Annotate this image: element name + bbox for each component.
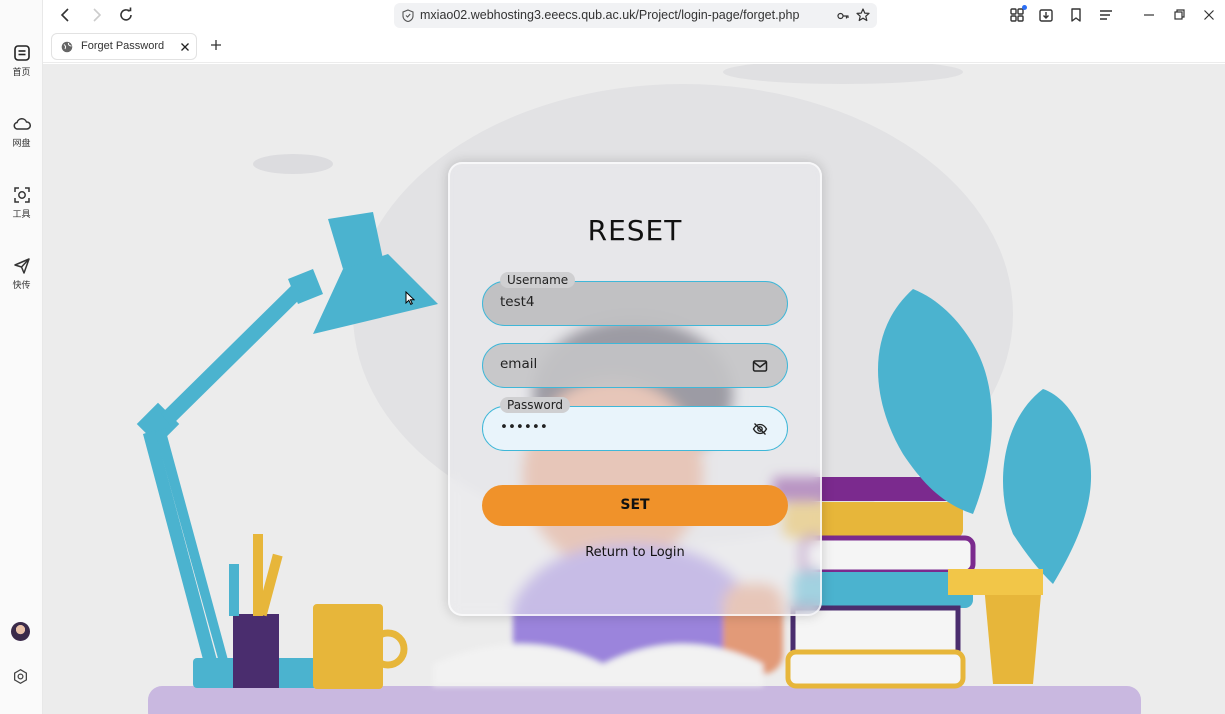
browser-toolbar: mxiao02.webhosting3.eeecs.qub.ac.uk/Proj… [43,0,1225,30]
tab-strip: Forget Password [43,30,1225,63]
bookmark-icon[interactable] [1067,6,1085,24]
password-label: Password [500,397,571,413]
password-value[interactable]: •••••• [500,419,548,435]
back-icon[interactable] [57,6,75,24]
return-to-login-link[interactable]: Return to Login [450,545,820,560]
eye-off-icon[interactable] [752,421,768,437]
send-icon [13,258,30,274]
rail-item-label: 首页 [12,68,31,78]
shield-icon[interactable] [402,9,414,22]
tab-title: Forget Password [81,40,165,52]
url-text[interactable]: mxiao02.webhosting3.eeecs.qub.ac.uk/Proj… [420,8,799,22]
key-icon[interactable] [837,11,849,21]
mouse-cursor-icon [405,291,415,305]
rail-item-tools[interactable]: 工具 [0,185,43,220]
star-icon[interactable] [856,8,870,22]
minimize-icon[interactable] [1140,6,1158,24]
username-value[interactable]: test4 [500,294,535,310]
email-placeholder[interactable]: email [500,356,537,372]
tab-forget-password[interactable]: Forget Password [51,33,197,60]
menu-icon[interactable] [1097,6,1115,24]
sidebar-rail: 首页 网盘 工具 快传 [0,0,43,714]
cloud-icon [13,118,31,130]
tools-icon [13,187,30,203]
avatar[interactable] [11,622,30,641]
close-tab-icon[interactable] [180,42,190,52]
forward-icon[interactable] [87,6,105,24]
home-card-icon [13,45,30,61]
settings-icon[interactable] [12,668,29,685]
username-field[interactable]: Username test4 [482,272,788,326]
rail-item-cloud[interactable]: 网盘 [0,114,43,149]
rail-item-label: 快传 [12,281,31,291]
new-tab-icon[interactable] [210,39,222,51]
username-label: Username [500,272,576,288]
rail-item-send[interactable]: 快传 [0,256,43,291]
lamp-illustration [136,212,438,688]
notification-dot [1022,5,1027,10]
rail-item-home[interactable]: 首页 [0,43,43,78]
address-bar[interactable]: mxiao02.webhosting3.eeecs.qub.ac.uk/Proj… [394,3,877,28]
close-window-icon[interactable] [1200,6,1218,24]
download-icon[interactable] [1037,6,1055,24]
mail-icon [752,360,768,372]
rail-item-label: 工具 [12,210,31,220]
reload-icon[interactable] [117,6,135,24]
set-button[interactable]: SET [482,485,788,526]
password-field[interactable]: Password •••••• [482,397,788,451]
globe-icon [61,41,73,53]
restore-icon[interactable] [1170,6,1188,24]
reset-card: RESET Username test4 email Password ••••… [448,162,822,616]
rail-item-label: 网盘 [12,139,31,149]
email-field[interactable]: email [482,343,788,388]
page-content: RESET Username test4 email Password ••••… [43,64,1225,714]
page-title: RESET [587,214,683,247]
